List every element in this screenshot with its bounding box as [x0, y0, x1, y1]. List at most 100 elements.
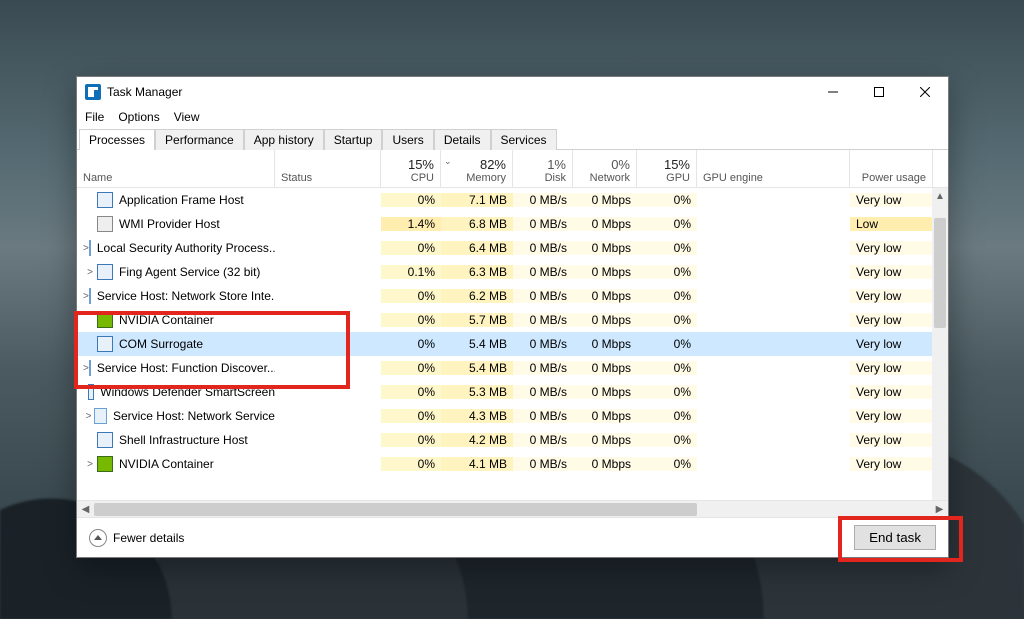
cell-power: Very low: [850, 457, 932, 471]
process-row[interactable]: >NVIDIA Container0%4.1 MB0 MB/s0 Mbps0%V…: [77, 452, 948, 476]
process-list: Application Frame Host0%7.1 MB0 MB/s0 Mb…: [77, 188, 948, 500]
cell-disk: 0 MB/s: [513, 361, 573, 375]
process-icon: [97, 264, 113, 280]
process-icon: [97, 312, 113, 328]
scroll-right-icon[interactable]: ▶: [931, 501, 948, 518]
cell-network: 0 Mbps: [573, 265, 637, 279]
window-title: Task Manager: [107, 85, 182, 99]
process-name: Fing Agent Service (32 bit): [119, 265, 260, 279]
header-memory[interactable]: ⌄82%Memory: [441, 150, 513, 187]
process-name: Shell Infrastructure Host: [119, 433, 248, 447]
tab-performance[interactable]: Performance: [155, 129, 244, 150]
process-row[interactable]: >Fing Agent Service (32 bit)0.1%6.3 MB0 …: [77, 260, 948, 284]
header-name[interactable]: Name: [77, 150, 275, 187]
expand-icon[interactable]: >: [83, 411, 94, 422]
cell-power: Very low: [850, 193, 932, 207]
process-icon: [88, 384, 95, 400]
horizontal-scrollbar[interactable]: ◀ ▶: [77, 500, 948, 517]
minimize-button[interactable]: [810, 77, 856, 107]
titlebar[interactable]: Task Manager: [77, 77, 948, 107]
scroll-thumb[interactable]: [934, 218, 946, 328]
cell-cpu: 0%: [381, 385, 441, 399]
cell-power: Very low: [850, 313, 932, 327]
cell-power: Very low: [850, 289, 932, 303]
cell-gpu: 0%: [637, 361, 697, 375]
cell-memory: 5.4 MB: [441, 361, 513, 375]
cell-disk: 0 MB/s: [513, 337, 573, 351]
footer: Fewer details End task: [77, 517, 948, 557]
process-row[interactable]: NVIDIA Container0%5.7 MB0 MB/s0 Mbps0%Ve…: [77, 308, 948, 332]
cell-memory: 7.1 MB: [441, 193, 513, 207]
menu-options[interactable]: Options: [118, 110, 159, 124]
scroll-left-icon[interactable]: ◀: [77, 501, 94, 518]
cell-cpu: 0%: [381, 457, 441, 471]
tab-processes[interactable]: Processes: [79, 129, 155, 150]
cell-cpu: 1.4%: [381, 217, 441, 231]
cell-power: Very low: [850, 337, 932, 351]
cell-gpu: 0%: [637, 409, 697, 423]
process-row[interactable]: >Local Security Authority Process...0%6.…: [77, 236, 948, 260]
process-row[interactable]: Application Frame Host0%7.1 MB0 MB/s0 Mb…: [77, 188, 948, 212]
menu-file[interactable]: File: [85, 110, 104, 124]
cell-gpu: 0%: [637, 193, 697, 207]
cell-gpu: 0%: [637, 241, 697, 255]
process-icon: [97, 216, 113, 232]
cell-cpu: 0%: [381, 313, 441, 327]
process-name: Service Host: Function Discover...: [97, 361, 275, 375]
cell-power: Very low: [850, 241, 932, 255]
process-row[interactable]: >Service Host: Network Service0%4.3 MB0 …: [77, 404, 948, 428]
cell-disk: 0 MB/s: [513, 193, 573, 207]
header-status[interactable]: Status: [275, 150, 381, 187]
cell-memory: 5.4 MB: [441, 337, 513, 351]
close-button[interactable]: [902, 77, 948, 107]
cell-disk: 0 MB/s: [513, 289, 573, 303]
expand-icon[interactable]: >: [83, 459, 97, 470]
cell-cpu: 0%: [381, 433, 441, 447]
cell-disk: 0 MB/s: [513, 457, 573, 471]
cell-power: Very low: [850, 385, 932, 399]
header-gpu-engine[interactable]: GPU engine: [697, 150, 850, 187]
tab-users[interactable]: Users: [382, 129, 433, 150]
fewer-details-toggle[interactable]: Fewer details: [89, 529, 184, 547]
process-row[interactable]: Windows Defender SmartScreen0%5.3 MB0 MB…: [77, 380, 948, 404]
menu-view[interactable]: View: [174, 110, 200, 124]
header-gpu[interactable]: 15%GPU: [637, 150, 697, 187]
cell-gpu: 0%: [637, 289, 697, 303]
cell-memory: 6.8 MB: [441, 217, 513, 231]
process-row[interactable]: COM Surrogate0%5.4 MB0 MB/s0 Mbps0%Very …: [77, 332, 948, 356]
header-cpu[interactable]: 15%CPU: [381, 150, 441, 187]
cell-disk: 0 MB/s: [513, 409, 573, 423]
tab-services[interactable]: Services: [491, 129, 557, 150]
process-row[interactable]: WMI Provider Host1.4%6.8 MB0 MB/s0 Mbps0…: [77, 212, 948, 236]
tab-details[interactable]: Details: [434, 129, 491, 150]
cell-memory: 5.7 MB: [441, 313, 513, 327]
cell-cpu: 0.1%: [381, 265, 441, 279]
process-icon: [89, 240, 91, 256]
end-task-button[interactable]: End task: [854, 525, 936, 550]
vertical-scrollbar[interactable]: ▲: [932, 188, 948, 500]
tab-startup[interactable]: Startup: [324, 129, 383, 150]
process-icon: [94, 408, 107, 424]
cell-gpu: 0%: [637, 433, 697, 447]
header-power[interactable]: Power usage: [850, 150, 932, 187]
cell-memory: 4.1 MB: [441, 457, 513, 471]
cell-memory: 4.2 MB: [441, 433, 513, 447]
process-row[interactable]: Shell Infrastructure Host0%4.2 MB0 MB/s0…: [77, 428, 948, 452]
cell-network: 0 Mbps: [573, 313, 637, 327]
menubar: File Options View: [77, 107, 948, 127]
cell-power: Very low: [850, 265, 932, 279]
header-network[interactable]: 0%Network: [573, 150, 637, 187]
cell-network: 0 Mbps: [573, 385, 637, 399]
header-disk[interactable]: 1%Disk: [513, 150, 573, 187]
expand-icon[interactable]: >: [83, 267, 97, 278]
cell-network: 0 Mbps: [573, 241, 637, 255]
cell-memory: 6.4 MB: [441, 241, 513, 255]
process-name: NVIDIA Container: [119, 457, 214, 471]
process-row[interactable]: >Service Host: Network Store Inte...0%6.…: [77, 284, 948, 308]
scroll-up-icon[interactable]: ▲: [932, 188, 948, 205]
tab-app-history[interactable]: App history: [244, 129, 324, 150]
process-name: COM Surrogate: [119, 337, 203, 351]
maximize-button[interactable]: [856, 77, 902, 107]
process-row[interactable]: >Service Host: Function Discover...0%5.4…: [77, 356, 948, 380]
hscroll-thumb[interactable]: [94, 503, 697, 516]
